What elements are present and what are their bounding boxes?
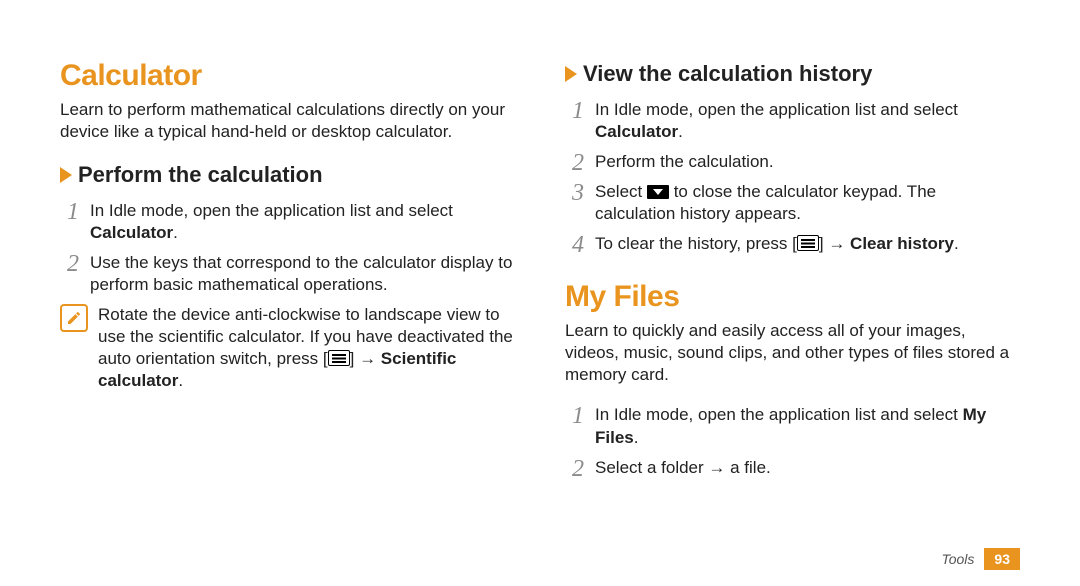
page-number: 93 [984, 548, 1020, 570]
step-text: In Idle mode, open the application list … [90, 201, 453, 220]
text: To clear the history, press [ [595, 234, 797, 253]
chevron-icon [60, 167, 72, 183]
subhead-history: View the calculation history [565, 60, 1020, 89]
subtitle-perform: Perform the calculation [78, 161, 323, 190]
step-2: Perform the calculation. [565, 151, 1020, 173]
step-4: To clear the history, press [ ] → Clear h… [565, 233, 1020, 255]
bold-calculator: Calculator [595, 122, 678, 141]
step-1: In Idle mode, open the application list … [565, 404, 1020, 448]
chevron-icon [565, 66, 577, 82]
menu-icon [328, 350, 350, 366]
step-2: Use the keys that correspond to the calc… [60, 252, 515, 296]
period: . [634, 428, 639, 447]
note-block: Rotate the device anti-clockwise to land… [60, 304, 515, 392]
manual-page: Calculator Learn to perform mathematical… [0, 0, 1080, 586]
text: Select [595, 182, 647, 201]
footer-section: Tools [941, 550, 974, 568]
text: In Idle mode, open the application list … [595, 405, 963, 424]
right-column: View the calculation history In Idle mod… [565, 56, 1020, 586]
page-footer: Tools 93 [941, 548, 1020, 570]
bold-calculator: Calculator [90, 223, 173, 242]
note-text: Rotate the device anti-clockwise to land… [98, 304, 515, 392]
step-1: In Idle mode, open the application list … [565, 99, 1020, 143]
steps-perform: In Idle mode, open the application list … [60, 200, 515, 296]
collapse-icon [647, 185, 669, 199]
period: . [173, 223, 178, 242]
arrow: ] → [819, 234, 850, 253]
pencil-icon [66, 310, 82, 326]
heading-calculator: Calculator [60, 56, 515, 95]
steps-myfiles: In Idle mode, open the application list … [565, 404, 1020, 478]
period: . [678, 122, 683, 141]
period: . [954, 234, 959, 253]
intro-calculator: Learn to perform mathematical calculatio… [60, 99, 515, 143]
intro-myfiles: Learn to quickly and easily access all o… [565, 320, 1020, 386]
steps-history: In Idle mode, open the application list … [565, 99, 1020, 256]
note-b: ] → [350, 349, 381, 368]
text: In Idle mode, open the application list … [595, 100, 958, 119]
note-icon [60, 304, 88, 332]
subhead-perform: Perform the calculation [60, 161, 515, 190]
step-2: Select a folder → a file. [565, 457, 1020, 479]
step-3: Select to close the calculator keypad. T… [565, 181, 1020, 225]
bold-clear: Clear history [850, 234, 954, 253]
subtitle-history: View the calculation history [583, 60, 872, 89]
heading-myfiles: My Files [565, 277, 1020, 316]
left-column: Calculator Learn to perform mathematical… [60, 56, 515, 586]
menu-icon [797, 235, 819, 251]
note-d: . [178, 371, 183, 390]
step-1: In Idle mode, open the application list … [60, 200, 515, 244]
